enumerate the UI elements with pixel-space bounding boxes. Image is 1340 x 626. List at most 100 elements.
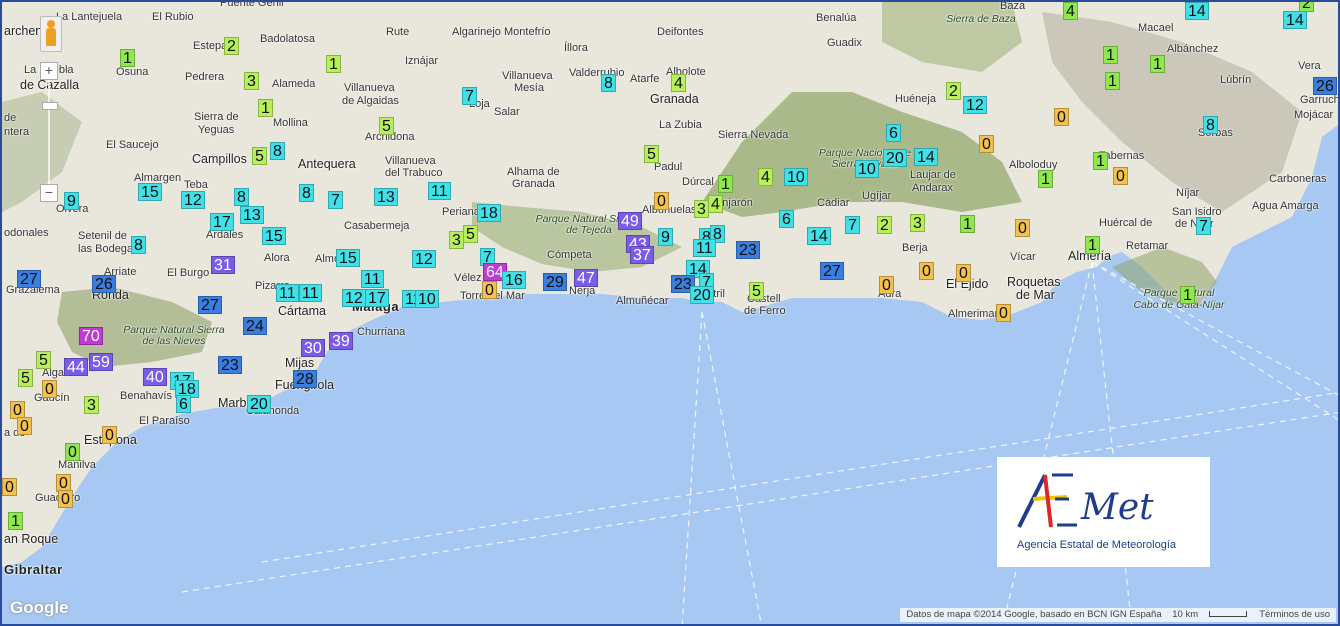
station-marker[interactable]: 5: [749, 282, 764, 300]
station-marker[interactable]: 10: [784, 168, 808, 186]
station-marker[interactable]: 40: [143, 368, 167, 386]
station-marker[interactable]: 16: [502, 271, 526, 289]
station-marker[interactable]: 2: [1299, 2, 1314, 12]
station-marker[interactable]: 30: [301, 339, 325, 357]
station-marker[interactable]: 26: [92, 275, 116, 293]
station-marker[interactable]: 8: [299, 184, 314, 202]
station-marker[interactable]: 1: [120, 49, 135, 67]
station-marker[interactable]: 2: [946, 82, 961, 100]
station-marker[interactable]: 6: [779, 210, 794, 228]
station-marker[interactable]: 8: [131, 236, 146, 254]
station-marker[interactable]: 11: [361, 270, 384, 288]
station-marker[interactable]: 24: [243, 317, 267, 335]
station-marker[interactable]: 5: [463, 225, 478, 243]
station-marker[interactable]: 4: [671, 74, 686, 92]
station-marker[interactable]: 0: [919, 262, 934, 280]
station-marker[interactable]: 70: [79, 327, 103, 345]
station-marker[interactable]: 27: [17, 270, 41, 288]
station-marker[interactable]: 0: [65, 443, 80, 461]
station-marker[interactable]: 12: [181, 191, 205, 209]
station-marker[interactable]: 0: [1015, 219, 1030, 237]
station-marker[interactable]: 31: [211, 256, 235, 274]
station-marker[interactable]: 5: [36, 351, 51, 369]
station-marker[interactable]: 12: [342, 289, 366, 307]
station-marker[interactable]: 26: [1313, 77, 1337, 95]
station-marker[interactable]: 11: [276, 284, 299, 302]
station-marker[interactable]: 6: [176, 395, 191, 413]
weather-map[interactable]: archena La Lantejuela El Rubio Puente Genil…: [0, 0, 1340, 626]
station-marker[interactable]: 1: [1093, 152, 1108, 170]
station-marker[interactable]: 5: [644, 145, 659, 163]
station-marker[interactable]: 1: [258, 99, 273, 117]
station-marker[interactable]: 15: [138, 183, 162, 201]
station-marker[interactable]: 1: [1150, 55, 1165, 73]
station-marker[interactable]: 1: [960, 215, 975, 233]
station-marker[interactable]: 0: [879, 276, 894, 294]
street-view-pegman[interactable]: [40, 16, 62, 52]
station-marker[interactable]: 11: [299, 284, 322, 302]
station-marker[interactable]: 7: [462, 87, 477, 105]
station-marker[interactable]: 0: [1054, 108, 1069, 126]
station-marker[interactable]: 3: [84, 396, 99, 414]
station-marker[interactable]: 9: [658, 228, 673, 246]
station-marker[interactable]: 4: [758, 168, 773, 186]
station-marker[interactable]: 13: [374, 188, 398, 206]
station-marker[interactable]: 39: [329, 332, 353, 350]
station-marker[interactable]: 11: [428, 182, 451, 200]
station-marker[interactable]: 17: [210, 213, 234, 231]
station-marker[interactable]: 18: [477, 204, 501, 222]
station-marker[interactable]: 1: [1085, 236, 1100, 254]
station-marker[interactable]: 6: [886, 124, 901, 142]
station-marker[interactable]: 0: [102, 426, 117, 444]
station-marker[interactable]: 44: [64, 358, 88, 376]
zoom-in-button[interactable]: +: [40, 62, 58, 80]
terms-link[interactable]: Términos de uso: [1259, 609, 1330, 620]
station-marker[interactable]: 8: [601, 74, 616, 92]
station-marker[interactable]: 4: [708, 195, 723, 213]
zoom-slider-track[interactable]: [48, 80, 50, 196]
station-marker[interactable]: 5: [379, 117, 394, 135]
station-marker[interactable]: 17: [365, 289, 389, 307]
station-marker[interactable]: 11: [693, 239, 716, 257]
station-marker[interactable]: 14: [807, 227, 831, 245]
station-marker[interactable]: 0: [58, 490, 73, 508]
station-marker[interactable]: 3: [910, 214, 925, 232]
station-marker[interactable]: 12: [412, 250, 436, 268]
station-marker[interactable]: 15: [336, 249, 360, 267]
station-marker[interactable]: 2: [877, 216, 892, 234]
zoom-out-button[interactable]: −: [40, 184, 58, 202]
station-marker[interactable]: 0: [979, 135, 994, 153]
station-marker[interactable]: 0: [1113, 167, 1128, 185]
station-marker[interactable]: 10: [855, 160, 879, 178]
station-marker[interactable]: 7: [328, 191, 343, 209]
station-marker[interactable]: 23: [218, 356, 242, 374]
station-marker[interactable]: 14: [1283, 11, 1307, 29]
station-marker[interactable]: 8: [234, 188, 249, 206]
station-marker[interactable]: 1: [326, 55, 341, 73]
station-marker[interactable]: 10: [415, 290, 439, 308]
station-marker[interactable]: 4: [1063, 2, 1078, 20]
station-marker[interactable]: 3: [449, 231, 464, 249]
station-marker[interactable]: 0: [956, 264, 971, 282]
station-marker[interactable]: 12: [963, 96, 987, 114]
station-marker[interactable]: 20: [883, 149, 907, 167]
station-marker[interactable]: 7: [1196, 217, 1211, 235]
station-marker[interactable]: 0: [654, 192, 669, 210]
station-marker[interactable]: 9: [64, 192, 79, 210]
station-marker[interactable]: 13: [240, 206, 264, 224]
station-marker[interactable]: 15: [262, 227, 286, 245]
station-marker[interactable]: 14: [1185, 2, 1209, 20]
station-marker[interactable]: 1: [8, 512, 23, 530]
station-marker[interactable]: 7: [845, 216, 860, 234]
station-marker[interactable]: 1: [1038, 170, 1053, 188]
station-marker[interactable]: 49: [618, 212, 642, 230]
station-marker[interactable]: 0: [2, 478, 17, 496]
station-marker[interactable]: 28: [293, 370, 317, 388]
station-marker[interactable]: 3: [244, 72, 259, 90]
station-marker[interactable]: 3: [694, 200, 709, 218]
station-marker[interactable]: 20: [690, 286, 714, 304]
station-marker[interactable]: 2: [224, 37, 239, 55]
station-marker[interactable]: 0: [482, 281, 497, 299]
station-marker[interactable]: 27: [820, 262, 844, 280]
station-marker[interactable]: 5: [252, 147, 267, 165]
